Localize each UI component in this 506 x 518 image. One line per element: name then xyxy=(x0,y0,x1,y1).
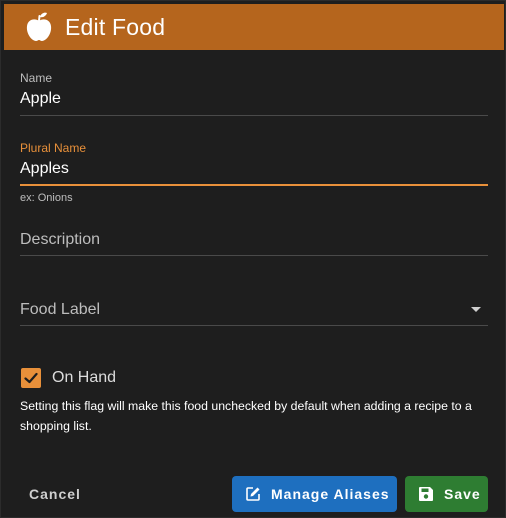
plural-name-field-label: Plural Name xyxy=(20,141,87,155)
food-label-placeholder[interactable]: Food Label xyxy=(20,301,100,319)
edit-icon xyxy=(246,487,260,501)
dialog-title: Edit Food xyxy=(65,13,166,40)
on-hand-checkbox-row[interactable]: On Hand xyxy=(21,368,116,388)
food-label-select[interactable]: Food Label xyxy=(20,299,488,326)
description-field-placeholder[interactable]: Description xyxy=(20,231,100,249)
name-field[interactable]: Name Apple xyxy=(20,71,488,116)
plural-name-hint: ex: Onions xyxy=(20,192,73,204)
on-hand-checkbox[interactable] xyxy=(21,368,41,388)
name-field-underline xyxy=(20,115,488,116)
food-label-underline xyxy=(20,325,488,326)
name-field-value[interactable]: Apple xyxy=(20,90,61,108)
description-field-underline xyxy=(20,255,488,256)
cancel-button-label: Cancel xyxy=(29,486,81,502)
manage-aliases-label: Manage Aliases xyxy=(271,486,390,502)
on-hand-help-text: Setting this flag will make this food un… xyxy=(20,399,472,433)
plural-name-field[interactable]: Plural Name Apples xyxy=(20,141,488,187)
manage-aliases-button[interactable]: Manage Aliases xyxy=(232,476,397,512)
save-label: Save xyxy=(444,486,481,502)
chevron-down-icon[interactable] xyxy=(471,307,481,312)
plural-name-field-value[interactable]: Apples xyxy=(20,160,69,178)
cancel-button[interactable]: Cancel xyxy=(20,476,90,512)
checkmark-icon xyxy=(24,372,38,384)
on-hand-label[interactable]: On Hand xyxy=(52,369,116,387)
floppy-disk-icon xyxy=(419,487,433,501)
description-field[interactable]: Description xyxy=(20,229,488,256)
name-field-label: Name xyxy=(20,71,53,85)
plural-name-field-underline xyxy=(20,184,488,186)
apple-icon xyxy=(26,12,52,41)
dialog-header: Edit Food xyxy=(4,4,504,50)
save-button[interactable]: Save xyxy=(405,476,488,512)
edit-food-dialog: Edit Food Name Apple Plural Name Apples … xyxy=(0,0,506,518)
